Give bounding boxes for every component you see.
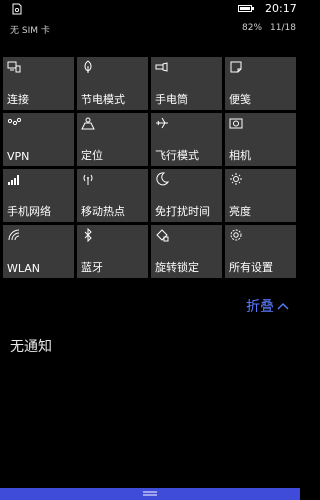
expand-handle-icon xyxy=(143,491,157,496)
no-notifications-text: 无通知 xyxy=(10,339,52,355)
tile-camera[interactable]: 相机 xyxy=(225,113,296,166)
battery-percent: 82% xyxy=(242,23,263,33)
tile-label: 移动热点 xyxy=(81,205,125,218)
tile-label: 连接 xyxy=(7,93,29,106)
tile-cellular[interactable]: 手机网络 xyxy=(3,169,74,222)
settings-gear-icon xyxy=(230,229,242,241)
collapse-button[interactable]: 折叠 xyxy=(246,296,289,316)
tile-airplane[interactable]: 飞行模式 xyxy=(151,113,222,166)
bottom-bar[interactable] xyxy=(0,488,300,500)
wifi-icon xyxy=(8,229,20,241)
note-icon xyxy=(230,61,242,73)
tile-label: 便笺 xyxy=(229,93,251,106)
chevron-up-icon xyxy=(277,303,289,310)
sim-card-icon xyxy=(12,3,22,15)
tile-label: WLAN xyxy=(7,262,41,275)
carrier-text: 无 SIM 卡 xyxy=(10,26,50,36)
tile-label: 节电模式 xyxy=(81,93,125,106)
hotspot-icon xyxy=(83,174,93,185)
tile-label: 定位 xyxy=(81,149,103,162)
tile-label: VPN xyxy=(7,150,30,163)
rotation-lock-icon xyxy=(156,229,169,242)
tile-label: 手机网络 xyxy=(7,205,51,218)
tile-label: 相机 xyxy=(229,149,251,162)
bluetooth-icon xyxy=(84,228,92,242)
vpn-icon xyxy=(7,117,21,126)
tile-hotspot[interactable]: 移动热点 xyxy=(77,169,148,222)
tile-connect[interactable]: 连接 xyxy=(3,57,74,110)
tile-all-settings[interactable]: 所有设置 xyxy=(225,225,296,278)
camera-icon xyxy=(229,118,243,129)
tile-label: 手电筒 xyxy=(155,93,188,106)
tile-quiet-hours[interactable]: 免打扰时间 xyxy=(151,169,222,222)
tile-location[interactable]: 定位 xyxy=(77,113,148,166)
flashlight-icon xyxy=(155,62,168,72)
connect-icon xyxy=(7,61,21,73)
tile-label: 所有设置 xyxy=(229,261,273,274)
tile-flashlight[interactable]: 手电筒 xyxy=(151,57,222,110)
location-icon xyxy=(81,117,95,130)
tile-battery-saver[interactable]: 节电模式 xyxy=(77,57,148,110)
tile-note[interactable]: 便笺 xyxy=(225,57,296,110)
tile-label: 飞行模式 xyxy=(155,149,199,162)
moon-icon xyxy=(156,172,169,186)
airplane-icon xyxy=(156,117,168,129)
tile-label: 蓝牙 xyxy=(81,261,103,274)
cellular-icon xyxy=(8,175,19,185)
battery-saver-icon xyxy=(84,60,92,73)
collapse-label: 折叠 xyxy=(246,299,274,315)
tile-rotation-lock[interactable]: 旋转锁定 xyxy=(151,225,222,278)
tile-label: 旋转锁定 xyxy=(155,261,199,274)
tile-wlan[interactable]: WLAN xyxy=(3,225,74,278)
brightness-icon xyxy=(230,173,242,185)
tile-label: 亮度 xyxy=(229,205,251,218)
status-subline: 无 SIM 卡 82% 11/18 xyxy=(0,23,300,37)
tile-brightness[interactable]: 亮度 xyxy=(225,169,296,222)
tile-vpn[interactable]: VPN xyxy=(3,113,74,166)
status-bar: 20:17 xyxy=(0,0,300,18)
battery-icon xyxy=(238,5,254,12)
tile-bluetooth[interactable]: 蓝牙 xyxy=(77,225,148,278)
tile-label: 免打扰时间 xyxy=(155,205,210,218)
date-text: 11/18 xyxy=(270,23,296,33)
clock-time: 20:17 xyxy=(265,2,297,15)
